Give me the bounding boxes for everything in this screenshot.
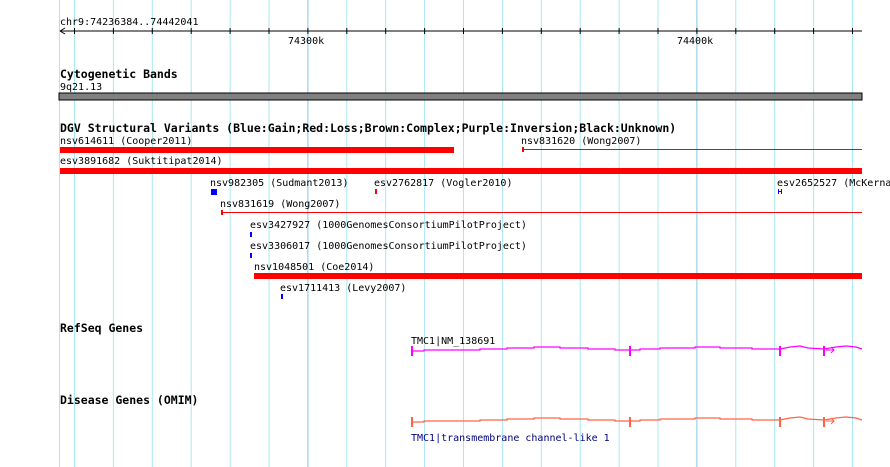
sv-label: esv3891682 (Suktitipat2014) xyxy=(60,156,223,167)
sv-feature-nsv831620[interactable]: nsv831620 (Wong2007) xyxy=(521,136,862,152)
cytoband-bar[interactable] xyxy=(58,92,863,101)
cytoband-label: 9q21.13 xyxy=(60,82,102,93)
genome-browser-panel[interactable]: chr9:74236384..74442041 74300k 74400k Cy… xyxy=(0,0,890,467)
sv-label: nsv614611 (Cooper2011) xyxy=(60,136,192,147)
sv-mark[interactable] xyxy=(250,232,252,237)
track-title: Cytogenetic Bands xyxy=(60,67,178,81)
sv-mark[interactable] xyxy=(211,189,217,195)
ruler-tick-label: 74300k xyxy=(288,36,324,47)
sv-mark[interactable] xyxy=(250,253,252,258)
sv-label: nsv831619 (Wong2007) xyxy=(220,199,340,210)
sv-mark[interactable] xyxy=(778,189,782,194)
sv-label: esv1711413 (Levy2007) xyxy=(280,283,406,294)
sv-feature-esv2762817[interactable]: esv2762817 (Vogler2010) xyxy=(374,178,512,194)
sv-feature-esv1711413[interactable]: esv1711413 (Levy2007) xyxy=(280,283,406,299)
exon[interactable] xyxy=(629,346,631,356)
sv-start-tick xyxy=(221,210,223,215)
sv-feature-esv2652527[interactable]: esv2652527 (McKerna xyxy=(777,178,890,194)
sv-label: nsv982305 (Sudmant2013) xyxy=(210,178,348,189)
omim-track: Disease Genes (OMIM) TMC1|transmembrane … xyxy=(60,393,863,444)
sv-feature-nsv1048501[interactable]: nsv1048501 (Coe2014) xyxy=(254,262,862,279)
sv-label: nsv1048501 (Coe2014) xyxy=(254,262,374,273)
cytoband-track: Cytogenetic Bands 9q21.13 xyxy=(58,67,863,101)
exon[interactable] xyxy=(779,346,781,356)
dgv-track: DGV Structural Variants (Blue:Gain;Red:L… xyxy=(60,121,890,299)
sv-bar[interactable] xyxy=(60,147,454,153)
ruler-tick-label: 74400k xyxy=(677,36,713,47)
sv-mark[interactable] xyxy=(281,294,283,299)
refseq-track: RefSeq Genes TMC1|NM_138691 xyxy=(60,321,863,356)
track-title: DGV Structural Variants (Blue:Gain;Red:L… xyxy=(60,121,676,135)
sv-start-tick xyxy=(522,147,524,152)
gene-label: TMC1|NM_138691 xyxy=(411,336,495,347)
exon[interactable] xyxy=(823,417,825,427)
sv-feature-esv3891682[interactable]: esv3891682 (Suktitipat2014) xyxy=(60,156,862,174)
track-title: Disease Genes (OMIM) xyxy=(60,393,198,407)
sv-feature-esv3427927[interactable]: esv3427927 (1000GenomesConsortiumPilotPr… xyxy=(250,220,527,237)
gene-model-tmc1[interactable] xyxy=(411,345,863,356)
exon[interactable] xyxy=(823,346,825,356)
omim-gene-model-tmc1[interactable] xyxy=(411,416,863,427)
sv-label: esv2762817 (Vogler2010) xyxy=(374,178,512,189)
sv-mark[interactable] xyxy=(375,189,377,194)
ruler-range-label: chr9:74236384..74442041 xyxy=(60,17,198,28)
sv-feature-nsv982305[interactable]: nsv982305 (Sudmant2013) xyxy=(210,178,348,195)
sv-feature-nsv614611[interactable]: nsv614611 (Cooper2011) xyxy=(60,136,454,153)
exon[interactable] xyxy=(629,417,631,427)
sv-label: esv3306017 (1000GenomesConsortiumPilotPr… xyxy=(250,241,527,252)
sv-label: esv3427927 (1000GenomesConsortiumPilotPr… xyxy=(250,220,527,231)
gene-label: TMC1|transmembrane channel-like 1 xyxy=(411,433,610,444)
sv-bar[interactable] xyxy=(60,168,862,174)
sv-feature-esv3306017[interactable]: esv3306017 (1000GenomesConsortiumPilotPr… xyxy=(250,241,527,258)
ruler-ticks xyxy=(74,28,853,34)
intron-line xyxy=(412,416,863,423)
exon[interactable] xyxy=(411,346,413,356)
sv-label: esv2652527 (McKerna xyxy=(777,178,890,189)
exon[interactable] xyxy=(411,417,413,427)
track-title: RefSeq Genes xyxy=(60,321,143,335)
ruler[interactable]: chr9:74236384..74442041 74300k 74400k xyxy=(59,17,862,47)
sv-label: nsv831620 (Wong2007) xyxy=(521,136,641,147)
sv-bar[interactable] xyxy=(254,273,862,279)
exon[interactable] xyxy=(779,417,781,427)
